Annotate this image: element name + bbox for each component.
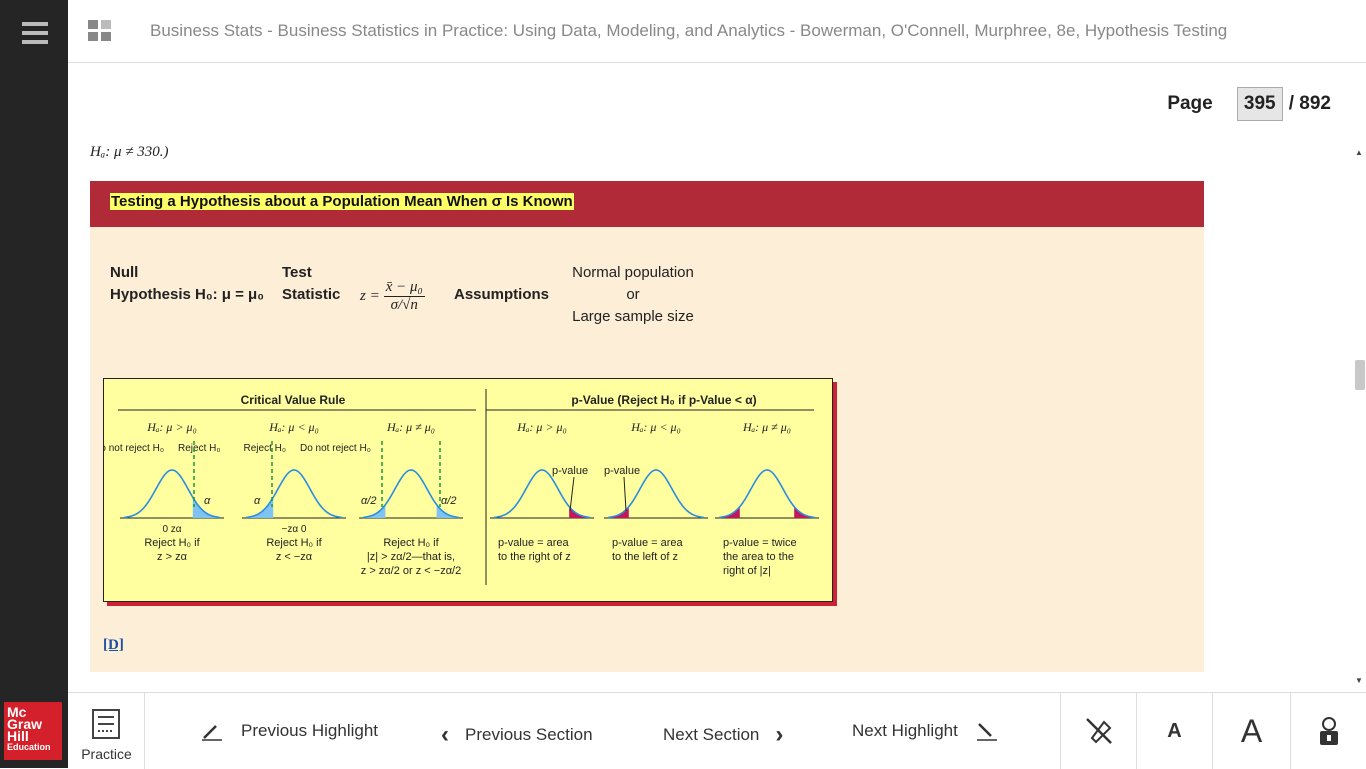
next-highlight-label: Next Highlight bbox=[852, 721, 958, 740]
panel-caption: z > zα/2 or z < −zα/2 bbox=[361, 565, 461, 577]
panel-hypothesis: Hₐ: μ ≠ μ₀ bbox=[386, 420, 435, 434]
region-label-right: Do not reject H₀ bbox=[300, 443, 371, 454]
panel-caption: p-value = area bbox=[498, 537, 570, 549]
box-body: Null Hypothesis H₀: μ = μ₀ Test Statisti… bbox=[90, 227, 1204, 672]
panel-caption: p-value = twice bbox=[723, 537, 797, 549]
panel-axis-labels: −zα 0 bbox=[282, 524, 307, 535]
panel-hypothesis: Hₐ: μ > μ₀ bbox=[146, 420, 197, 434]
left-rail: Mc Graw Hill Education bbox=[0, 0, 68, 768]
p-value-label: p-value bbox=[552, 465, 588, 477]
assumption-normal: Normal population bbox=[572, 264, 694, 281]
panel-caption: z < −zα bbox=[276, 551, 313, 563]
panel-caption: to the left of z bbox=[612, 551, 678, 563]
panel-caption: the area to the bbox=[723, 551, 794, 563]
page-navigator: Page / 892 bbox=[1167, 87, 1331, 121]
hypothesis-label: Hypothesis H₀: μ = μ₀ bbox=[110, 286, 264, 303]
panel-caption: Reject H₀ if bbox=[144, 537, 200, 549]
panel-caption: Reject H₀ if bbox=[383, 537, 439, 549]
account-button[interactable] bbox=[1290, 693, 1366, 769]
box-title: Testing a Hypothesis about a Population … bbox=[110, 193, 574, 210]
alpha-label: α bbox=[204, 495, 211, 507]
z-equals: z = bbox=[360, 288, 380, 304]
scroll-up-icon[interactable]: ▲ bbox=[1355, 148, 1363, 157]
normal-curve bbox=[362, 469, 460, 519]
assumption-or: or bbox=[626, 286, 640, 303]
rules-diagram: Critical Value Rule p-Value (Reject H₀ i… bbox=[104, 389, 819, 585]
assumption-large-sample: Large sample size bbox=[572, 308, 694, 325]
page-number-input[interactable] bbox=[1236, 87, 1283, 121]
panel-caption: right of |z| bbox=[723, 565, 771, 577]
grid-icon[interactable] bbox=[88, 20, 112, 42]
scrollbar[interactable]: ▲ ▼ bbox=[1352, 140, 1366, 690]
pen-icon bbox=[202, 725, 222, 741]
box-header: Testing a Hypothesis about a Population … bbox=[90, 181, 1204, 227]
next-section-button[interactable]: Next Section › bbox=[663, 721, 783, 749]
panel-hypothesis: Hₐ: μ > μ₀ bbox=[516, 420, 567, 434]
user-lock-icon bbox=[1319, 717, 1338, 745]
panel-caption: Reject H₀ if bbox=[266, 537, 322, 549]
panel-caption: to the right of z bbox=[498, 551, 571, 563]
critical-value-heading: Critical Value Rule bbox=[241, 393, 346, 407]
p-value-pointer bbox=[623, 476, 627, 512]
chevron-left-icon: ‹ bbox=[441, 721, 449, 748]
practice-button[interactable]: Practice bbox=[68, 693, 145, 769]
panel-axis-labels: 0 zα bbox=[162, 524, 181, 535]
z-numerator: x̄ − μ₀ bbox=[383, 279, 425, 297]
previous-section-label: Previous Section bbox=[465, 725, 593, 744]
page-label: Page bbox=[1167, 93, 1213, 114]
p-value-heading: p-Value (Reject H₀ if p-Value < α) bbox=[571, 393, 756, 407]
practice-label: Practice bbox=[81, 746, 132, 762]
scroll-thumb[interactable] bbox=[1355, 360, 1365, 390]
normal-curve bbox=[718, 469, 816, 519]
highlighter-off-icon bbox=[1085, 718, 1112, 744]
region-label-right: Reject H₀ bbox=[178, 443, 221, 454]
normal-curve bbox=[245, 469, 343, 519]
pen-down-icon bbox=[976, 723, 997, 741]
p-value-label: p-value bbox=[604, 465, 640, 477]
page-total: / 892 bbox=[1288, 93, 1331, 114]
next-section-label: Next Section bbox=[663, 725, 760, 744]
font-decrease-button[interactable]: A bbox=[1136, 693, 1212, 769]
panel-hypothesis: Hₐ: μ < μ₀ bbox=[630, 420, 681, 434]
link-d[interactable]: [D] bbox=[103, 637, 124, 654]
previous-highlight-button[interactable]: Previous Highlight bbox=[201, 721, 378, 741]
panel-caption: p-value = area bbox=[612, 537, 684, 549]
top-bar: Business Stats - Business Statistics in … bbox=[68, 0, 1366, 63]
bottom-bar: Practice Previous Highlight ‹ Previous S… bbox=[68, 692, 1366, 769]
alpha-label: α bbox=[254, 495, 261, 507]
z-denominator: σ/√n bbox=[390, 297, 418, 313]
previous-section-button[interactable]: ‹ Previous Section bbox=[441, 721, 593, 749]
previous-highlight-label: Previous Highlight bbox=[241, 721, 379, 740]
panel-hypothesis: Hₐ: μ < μ₀ bbox=[268, 420, 319, 434]
panel-caption: z > zα bbox=[157, 551, 188, 563]
normal-curve bbox=[493, 469, 591, 519]
panel-hypothesis: Hₐ: μ ≠ μ₀ bbox=[742, 420, 791, 434]
book-title: Business Stats - Business Statistics in … bbox=[150, 21, 1228, 40]
statistic-label: Statistic bbox=[282, 286, 341, 303]
scroll-down-icon[interactable]: ▼ bbox=[1355, 676, 1363, 685]
practice-icon bbox=[92, 709, 120, 739]
alpha-half-label: α/2 bbox=[441, 495, 456, 507]
null-label: Null bbox=[110, 264, 139, 281]
alt-hypothesis-text: Hₐ: μ ≠ 330.) bbox=[90, 144, 169, 160]
reader-content: Hₐ: μ ≠ 330.) Testing a Hypothesis about… bbox=[68, 140, 1352, 690]
region-label-left: Reject H₀ bbox=[244, 443, 287, 454]
chevron-right-icon: › bbox=[775, 721, 784, 748]
test-statistic-formula: z = x̄ − μ₀ σ/√n bbox=[360, 279, 425, 314]
panel-caption: |z| > zα/2—that is, bbox=[367, 551, 455, 563]
assumptions-label: Assumptions bbox=[454, 286, 550, 303]
normal-curve bbox=[123, 469, 221, 519]
menu-icon[interactable] bbox=[22, 22, 48, 44]
p-value-pointer bbox=[569, 476, 575, 512]
font-increase-button[interactable]: A bbox=[1212, 693, 1290, 769]
mcgraw-hill-logo: Mc Graw Hill Education bbox=[4, 702, 62, 760]
alpha-half-label: α/2 bbox=[361, 495, 376, 507]
highlighter-off-button[interactable] bbox=[1060, 693, 1136, 769]
normal-curve bbox=[607, 469, 705, 519]
region-label-left: Do not reject H₀ bbox=[104, 443, 164, 454]
hypothesis-rules-figure: Critical Value Rule p-Value (Reject H₀ i… bbox=[103, 378, 833, 602]
next-highlight-button[interactable]: Next Highlight bbox=[852, 721, 998, 741]
test-label: Test bbox=[282, 264, 312, 281]
